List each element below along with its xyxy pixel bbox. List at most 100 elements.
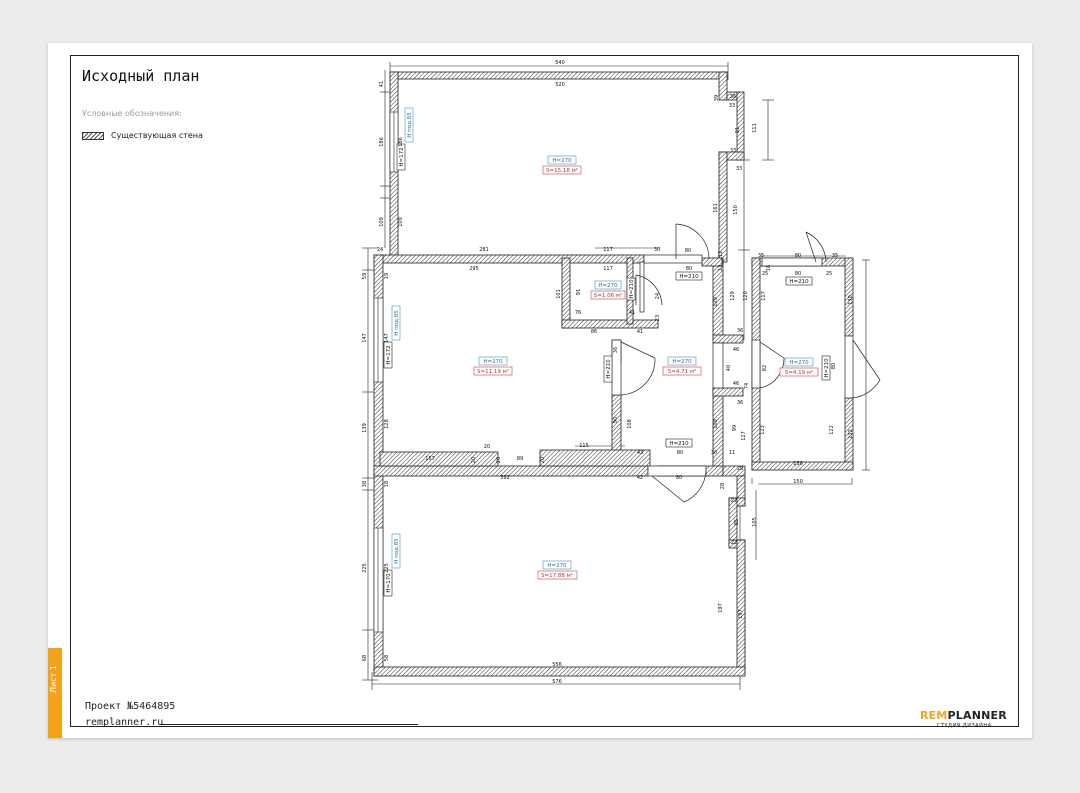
room-height-3: H=270 xyxy=(483,359,503,365)
dim-r-109: 109 xyxy=(713,419,719,429)
dim-r-33b: 33 xyxy=(730,148,736,154)
room-label-3: H=270 S=11.19 м² xyxy=(473,356,513,376)
dim-43: 43 xyxy=(637,450,643,456)
dim-bath-25b: 25 xyxy=(826,271,832,277)
dim-l-225: 225 xyxy=(362,563,368,573)
dim-86: 86 xyxy=(591,329,597,335)
dim-bath-80c: 80 xyxy=(795,271,801,277)
room-area-5: S=4.19 м² xyxy=(785,369,813,376)
dim-l-147: 147 xyxy=(362,333,368,343)
dim-30b: 30 xyxy=(711,450,717,456)
door-tag-5: H=210 xyxy=(629,279,635,299)
dim-in-186: 186 xyxy=(398,137,404,147)
dim-80b: 80 xyxy=(676,475,682,481)
dim-r-33: 33 xyxy=(729,103,735,109)
room-height-1: H=270 xyxy=(552,158,572,164)
dim-115: 115 xyxy=(579,443,589,449)
dim-r-91: 91 xyxy=(735,127,741,133)
door-tag-1: H=210 xyxy=(679,274,699,280)
window-tag-1: H=172 xyxy=(399,147,405,166)
dim-r-46b: 46 xyxy=(733,381,739,387)
dim-in-225: 225 xyxy=(384,563,390,573)
dim-89: 89 xyxy=(517,456,523,462)
dim-bath-35: 35 xyxy=(758,253,764,259)
dim-top-inner: 520 xyxy=(555,82,565,88)
dim-in-128: 128 xyxy=(384,419,390,429)
dim-in-58: 58 xyxy=(384,655,390,661)
dim-80c: 80 xyxy=(685,248,691,254)
dim-wc-39: 39 xyxy=(714,95,720,101)
dim-r-127: 127 xyxy=(741,431,747,441)
dim-157: 157 xyxy=(425,456,435,462)
room-label-2: H=270 S=1.06 м² xyxy=(590,280,626,300)
dim-r-99: 99 xyxy=(732,425,738,431)
dim-cor-108: 108 xyxy=(627,419,633,429)
door-tag-2: H=210 xyxy=(789,279,809,285)
dim-r-197b: 197 xyxy=(738,609,744,619)
dim-r-111: 111 xyxy=(752,123,758,133)
dim-l-59: 59 xyxy=(362,273,368,279)
dim-bath-74: 74 xyxy=(744,383,750,389)
dim-cor-12: 12 xyxy=(718,251,724,257)
dim-281: 281 xyxy=(479,247,489,253)
dim-bath-132: 132 xyxy=(848,429,854,439)
dim-l-139: 139 xyxy=(362,423,368,433)
floor-plan: H=270 S=15.18 м² H=270 S=1.06 м² H=270 S… xyxy=(362,60,881,690)
dim-r-36: 36 xyxy=(730,94,736,100)
dim-r-22b: 22 xyxy=(731,498,737,504)
dim-bath-130b: 130 xyxy=(793,461,803,467)
room-area-6: S=17.88 м² xyxy=(541,572,573,579)
dim-295: 295 xyxy=(469,266,479,272)
dim-bath-117: 117 xyxy=(761,291,767,301)
dim-41: 41 xyxy=(629,310,635,316)
dim-l-38: 38 xyxy=(362,481,368,487)
dim-20: 20 xyxy=(484,444,490,450)
window-tag-2: H=172 xyxy=(386,345,392,364)
dim-r-161: 161 xyxy=(713,203,719,213)
dim-cor-13: 13 xyxy=(718,265,724,271)
room-area-3: S=11.19 м² xyxy=(477,368,509,375)
dim-bottom-inner: 556 xyxy=(552,662,562,668)
dim-r-85: 85 xyxy=(734,519,740,525)
dim-top-outer: 540 xyxy=(555,60,565,66)
dim-l-186: 186 xyxy=(379,137,385,147)
dim-r-197: 197 xyxy=(718,603,724,613)
room-area-4: S=4.71 м² xyxy=(668,368,696,375)
dim-bath-82: 82 xyxy=(762,365,768,371)
dim-bath-80: 80 xyxy=(795,253,801,259)
dim-392: 392 xyxy=(500,475,510,481)
dim-30: 30 xyxy=(654,247,660,253)
room-height-4: H=270 xyxy=(672,359,692,365)
dim-wc-24: 24 xyxy=(655,293,661,299)
window-sill-2: H под.85 xyxy=(394,310,400,336)
dim-r-129b: 129 xyxy=(730,291,736,301)
room-label-5: H=270 S=4.19 м² xyxy=(779,357,819,377)
room-label-6: H=270 S=17.88 м² xyxy=(537,560,578,580)
room-label-4: H=270 S=4.71 м² xyxy=(662,356,702,376)
dim-r-129: 129 xyxy=(713,297,719,307)
dim-r-33c: 33 xyxy=(736,166,742,172)
dim-bath-150: 150 xyxy=(793,479,803,485)
dim-bath-120: 120 xyxy=(743,291,749,301)
dim-r-28: 28 xyxy=(720,483,726,489)
dim-r-36b: 36 xyxy=(737,328,743,334)
dim-117b: 117 xyxy=(603,266,613,272)
dim-bath-130: 130 xyxy=(848,295,854,305)
room-height-5: H=270 xyxy=(789,360,809,366)
room-height-6: H=270 xyxy=(547,563,567,569)
dim-r-29: 29 xyxy=(737,466,743,472)
dim-20d: 20 xyxy=(540,457,546,463)
dim-42: 42 xyxy=(637,475,643,481)
dim-r-105: 105 xyxy=(752,517,758,527)
dim-l-24: 24 xyxy=(377,247,383,253)
dim-l-68: 68 xyxy=(362,655,368,661)
dim-80a: 80 xyxy=(677,450,683,456)
dim-r-150: 150 xyxy=(733,205,739,215)
room-area-2: S=1.06 м² xyxy=(594,292,622,299)
dim-in-18: 18 xyxy=(384,481,390,487)
dim-41b: 41 xyxy=(637,329,643,335)
dim-76: 76 xyxy=(575,310,581,316)
dim-80d: 80 xyxy=(686,266,692,272)
window-sill-3: H под.85 xyxy=(394,538,400,564)
dim-in-147: 147 xyxy=(384,333,390,343)
